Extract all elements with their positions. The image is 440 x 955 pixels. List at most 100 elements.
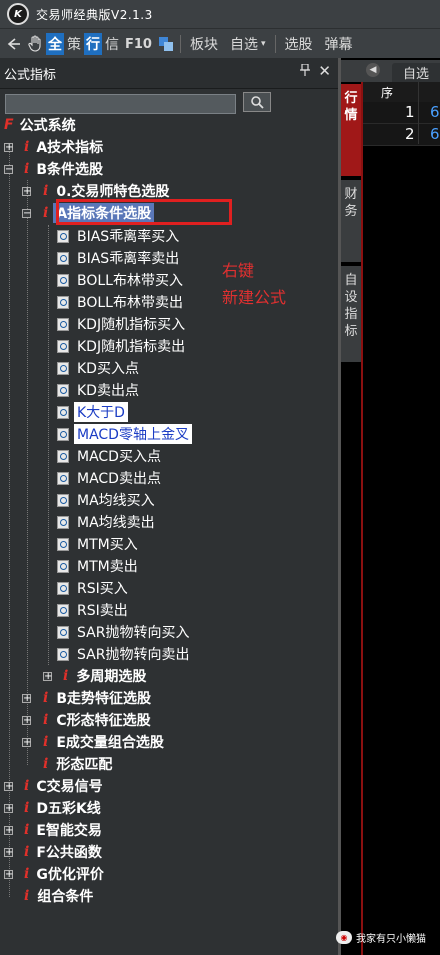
tree-item-smart-trade[interactable]: + i E智能交易 [4,819,102,841]
tree-item-condition-select[interactable]: − i B条件选股 [4,158,103,180]
tree-item-combo[interactable]: i 组合条件 [24,885,93,907]
expand-icon[interactable]: + [4,847,13,857]
toolbar-strategy-button[interactable]: 策 [64,33,84,55]
tree-leaf[interactable]: BOLL布林带买入 [57,269,183,291]
expand-icon[interactable]: + [4,825,13,835]
indicator-icon: i [24,822,30,838]
search-input[interactable] [5,94,236,114]
pin-icon[interactable] [300,63,310,80]
tree-item-trend-select[interactable]: + i B走势特征选股 [22,687,151,709]
formula-file-icon [57,471,69,485]
tree-leaf[interactable]: MACD买入点 [57,445,161,467]
toolbar-all-button[interactable]: 全 [46,33,64,55]
indicator-icon: i [24,800,30,816]
expand-icon[interactable]: + [43,671,52,681]
tree-leaf-highlighted[interactable]: K大于D [57,401,128,423]
tree-leaf[interactable]: BIAS乖离率买入 [57,225,179,247]
collapse-icon[interactable]: − [4,164,13,174]
tree-leaf[interactable]: MACD卖出点 [57,467,161,489]
formula-file-icon [57,625,69,639]
tree-leaf[interactable]: KDJ随机指标买入 [57,313,185,335]
tree-leaf[interactable]: BIAS乖离率卖出 [57,247,179,269]
table-row[interactable] [363,124,440,146]
tree-item-trade-signal[interactable]: + i C交易信号 [4,775,103,797]
search-button[interactable] [243,92,271,112]
hand-icon[interactable] [24,33,46,55]
window-layout-icon[interactable] [155,33,177,55]
formula-file-icon [57,449,69,463]
toolbar-info-button[interactable]: 信 [102,33,122,55]
expand-icon[interactable]: + [22,737,31,747]
formula-file-icon [57,317,69,331]
side-tab-char: 自 [344,273,358,288]
table-row[interactable] [363,102,440,124]
tree-leaf-label: BIAS乖离率卖出 [77,251,180,267]
tree-leaf[interactable]: KDJ随机指标卖出 [57,335,185,357]
annotation-line-2: 新建公式 [222,288,287,307]
expand-icon[interactable]: + [22,693,31,703]
watchlist-label: 自选 [229,37,258,53]
collapse-icon[interactable]: − [22,208,31,218]
toolbar-watchlist-menu[interactable]: 自选 ▾ [224,33,272,55]
toolbar-stock-picker-menu[interactable]: 选股 [279,33,319,55]
grid-column-divider [418,82,419,144]
tree-leaf[interactable]: KD买入点 [57,357,139,379]
grid-col-index[interactable]: 序 [381,84,393,101]
tree-item-label: A技术指标 [36,140,104,156]
tree-leaf-label: MACD买入点 [77,449,161,465]
expand-icon[interactable]: + [4,803,13,813]
tree-item-public-func[interactable]: + i F公共函数 [4,841,102,863]
tree-leaf[interactable]: MA均线买入 [57,489,155,511]
formula-file-icon [57,251,69,265]
tree-item-optimize[interactable]: + i G优化评价 [4,863,104,885]
tree-item-technical[interactable]: + i A技术指标 [4,136,103,158]
tree-leaf[interactable]: RSI卖出 [57,599,128,621]
toolbar-sector-menu[interactable]: 板块 [184,33,224,55]
chevron-left-icon[interactable]: ◀ [366,63,380,77]
tree-root[interactable]: F 公式系统 [4,114,76,136]
formula-file-icon [57,229,69,243]
side-tab-quote[interactable]: 行 情 [341,84,361,176]
side-tab-finance[interactable]: 财 务 [341,180,361,262]
tree-leaf[interactable]: KD卖出点 [57,379,139,401]
formula-file-icon [57,559,69,573]
expand-icon[interactable]: + [4,781,13,791]
expand-icon[interactable]: + [4,142,13,152]
expand-icon[interactable]: + [4,869,13,879]
tree-leaf[interactable]: MA均线卖出 [57,511,155,533]
formula-file-icon [57,603,69,617]
expand-icon[interactable]: + [22,715,31,725]
indicator-icon: i [43,690,49,706]
indicator-icon: i [24,844,30,860]
side-tab-custom-indicator[interactable]: 自 设 指 标 [341,266,361,362]
formula-file-icon [57,339,69,353]
annotation-note: 右键 新建公式 [222,257,286,311]
tree-item-label: 组合条件 [37,889,94,905]
tree-item-shape-select[interactable]: + i C形态特征选股 [22,709,151,731]
toolbar-barrage-menu[interactable]: 弹幕 [319,33,359,55]
formula-file-icon [57,537,69,551]
toolbar-f10-button[interactable]: F10 [122,33,155,55]
expand-icon[interactable]: + [22,186,31,196]
tree-leaf[interactable]: RSI买入 [57,577,128,599]
tree-item-label: F公共函数 [36,845,102,861]
tree-item-volume-select[interactable]: + i E成交量组合选股 [22,731,164,753]
grid-header [363,82,440,103]
tree-item-label: 0.交易师特色选股 [56,184,170,200]
tree-leaf-highlighted[interactable]: MACD零轴上金叉 [57,423,192,445]
tree-leaf-label: BOLL布林带买入 [77,273,183,289]
tab-watchlist[interactable]: 自选 [392,63,440,82]
tree-leaf[interactable]: MTM卖出 [57,555,138,577]
back-icon[interactable] [2,33,24,55]
close-icon[interactable]: ✕ [318,62,331,80]
toolbar-quote-button[interactable]: 行 [84,33,102,55]
tree-item-multi-period[interactable]: + i 多周期选股 [43,665,146,687]
tree-leaf[interactable]: MTM买入 [57,533,138,555]
tree-item-shape-match[interactable]: i 形态匹配 [43,753,112,775]
tree-leaf[interactable]: SAR抛物转向卖出 [57,643,189,665]
tree-leaf[interactable]: SAR抛物转向买入 [57,621,189,643]
formula-file-icon [57,383,69,397]
tree-item-color-k[interactable]: + i D五彩K线 [4,797,101,819]
panel-header: 公式指标 ✕ [0,58,338,89]
tree-leaf[interactable]: BOLL布林带卖出 [57,291,183,313]
